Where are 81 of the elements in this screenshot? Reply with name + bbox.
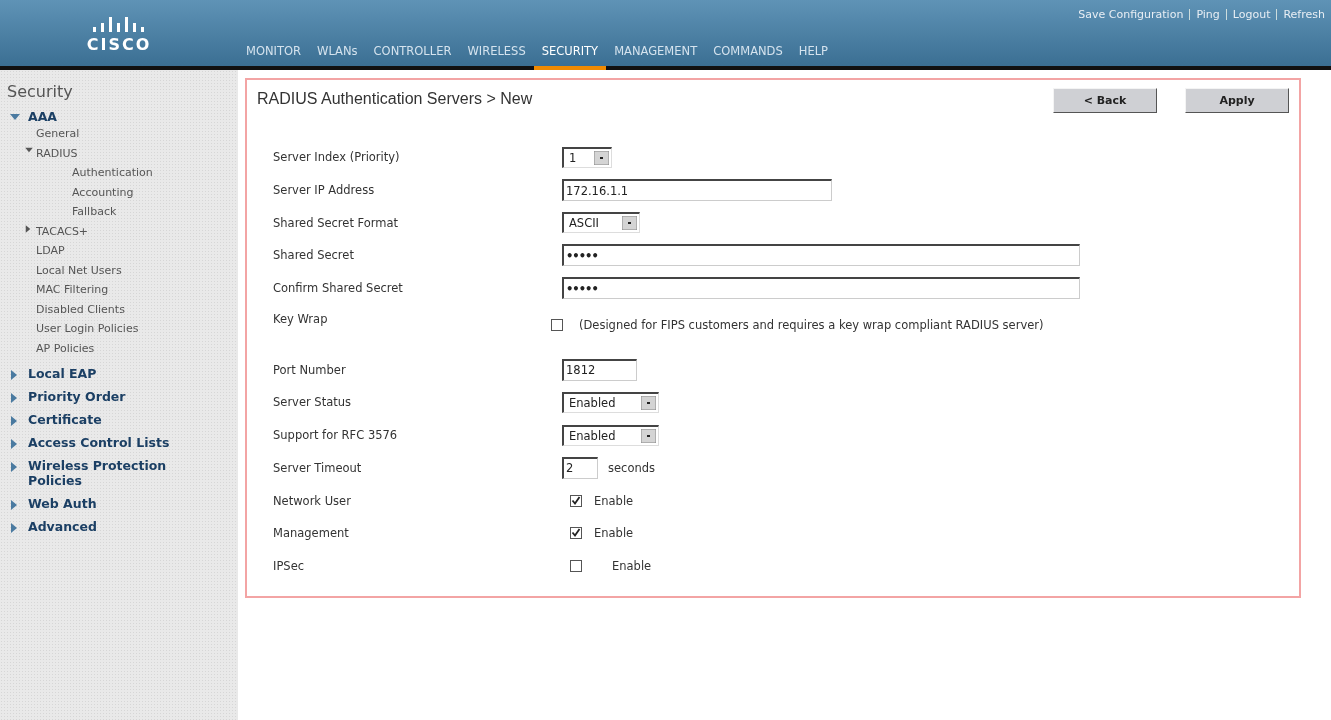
field-label: Support for RFC 3576 [273,428,399,443]
checkbox[interactable] [570,527,582,540]
nav-tab[interactable]: CONTROLLER [365,44,460,70]
field-label: Key Wrap [273,312,329,327]
sidebar-item[interactable]: User Login Policies [36,319,139,339]
checkbox-label: Enable [594,526,634,541]
collapsed-arrow-icon[interactable] [10,439,18,449]
sidebar-item[interactable]: Web Auth [28,496,97,511]
dropdown[interactable]: Enabled [562,391,659,413]
sidebar-item[interactable]: MAC Filtering [36,280,109,300]
field-label: Port Number [273,362,347,377]
sidebar-item[interactable]: Accounting [72,182,134,202]
nav-tab[interactable]: MANAGEMENT [606,44,706,70]
field-label: Confirm Shared Secret [273,281,404,296]
checkbox[interactable] [570,494,582,507]
apply-button[interactable]: Apply [1185,88,1289,113]
dropdown-arrow-icon[interactable] [622,216,637,231]
sidebar-item[interactable]: Priority Order [28,389,126,404]
field-label: IPSec [273,558,306,573]
collapsed-arrow-icon[interactable] [10,393,18,403]
sidebar-title: Security [6,81,74,100]
dropdown[interactable]: ASCII [562,212,640,234]
field-label: Management [273,526,350,541]
checkbox[interactable] [570,559,582,572]
field-label: Shared Secret [273,248,355,263]
field-label: Server Status [273,395,352,410]
sidebar-item[interactable]: General [36,124,80,144]
field-label: Network User [273,493,352,508]
nav-tab[interactable]: WIRELESS [459,44,534,70]
sidebar-item[interactable]: RADIUS [36,143,78,163]
sidebar-item[interactable]: Advanced [28,519,97,534]
sidebar-item[interactable]: Access Control Lists [28,435,170,450]
sidebar-item[interactable]: Certificate [28,412,102,427]
nav-tab[interactable]: WLANs [309,44,366,70]
password-field[interactable]: ••••• [562,277,1080,300]
sidebar-item[interactable]: Fallback [72,202,117,222]
collapsed-arrow-icon[interactable] [10,523,18,533]
field-label: Shared Secret Format [273,215,400,230]
checkbox-label: Enable [594,493,634,508]
sidebar-item[interactable]: TACACS+ [36,221,89,241]
sidebar-item[interactable]: Authentication [72,163,153,183]
dropdown[interactable]: 1 [562,146,612,168]
checkbox-label: Enable [612,558,652,573]
top-link[interactable]: Logout [1232,8,1271,21]
collapsed-arrow-icon[interactable] [25,224,31,233]
collapsed-arrow-icon[interactable] [10,370,18,380]
logo-bars-icon [91,16,147,35]
dropdown-arrow-icon[interactable] [641,395,656,410]
expanded-arrow-icon[interactable] [25,146,33,153]
nav-tab[interactable]: COMMANDS [705,44,791,70]
collapsed-arrow-icon[interactable] [10,462,18,472]
sidebar-item[interactable]: LDAP [36,241,65,261]
unit-label: seconds [608,460,655,475]
note-text: (Designed for FIPS customers and requires a key wrap compliant RADIUS server) [579,318,1044,333]
sidebar-item[interactable]: AAA [28,109,58,124]
field-label: Server IP Address [273,183,376,198]
sidebar-item[interactable]: Wireless Protection Policies [28,458,208,488]
nav-tab[interactable]: MONITOR [238,44,310,70]
sidebar-item[interactable]: AP Policies [36,338,95,358]
dropdown-arrow-icon[interactable] [641,428,656,443]
password-field[interactable]: ••••• [562,244,1080,267]
field-label: Server Timeout [273,460,363,475]
sidebar-item[interactable]: Local Net Users [36,260,122,280]
expanded-arrow-icon[interactable] [10,113,20,121]
nav-tab[interactable]: SECURITY [533,44,607,70]
logo-text: CISCO [86,34,152,54]
collapsed-arrow-icon[interactable] [10,416,18,426]
field-label: Server Index (Priority) [273,150,401,165]
text-field[interactable]: 2 [562,456,598,479]
sidebar-item[interactable]: Local EAP [28,366,97,381]
text-field[interactable]: 172.16.1.1 [562,179,832,202]
back-button[interactable]: < Back [1053,88,1157,113]
dropdown-arrow-icon[interactable] [594,150,609,165]
text-field[interactable]: 1812 [562,358,637,381]
dropdown[interactable]: Enabled [562,424,659,446]
nav-tab[interactable]: HELP [790,44,837,70]
top-link[interactable]: Ping [1196,8,1220,21]
page-title: RADIUS Authentication Servers > New [257,89,533,108]
sidebar-item[interactable]: Disabled Clients [36,299,125,319]
collapsed-arrow-icon[interactable] [10,500,18,510]
checkbox[interactable] [551,319,563,332]
